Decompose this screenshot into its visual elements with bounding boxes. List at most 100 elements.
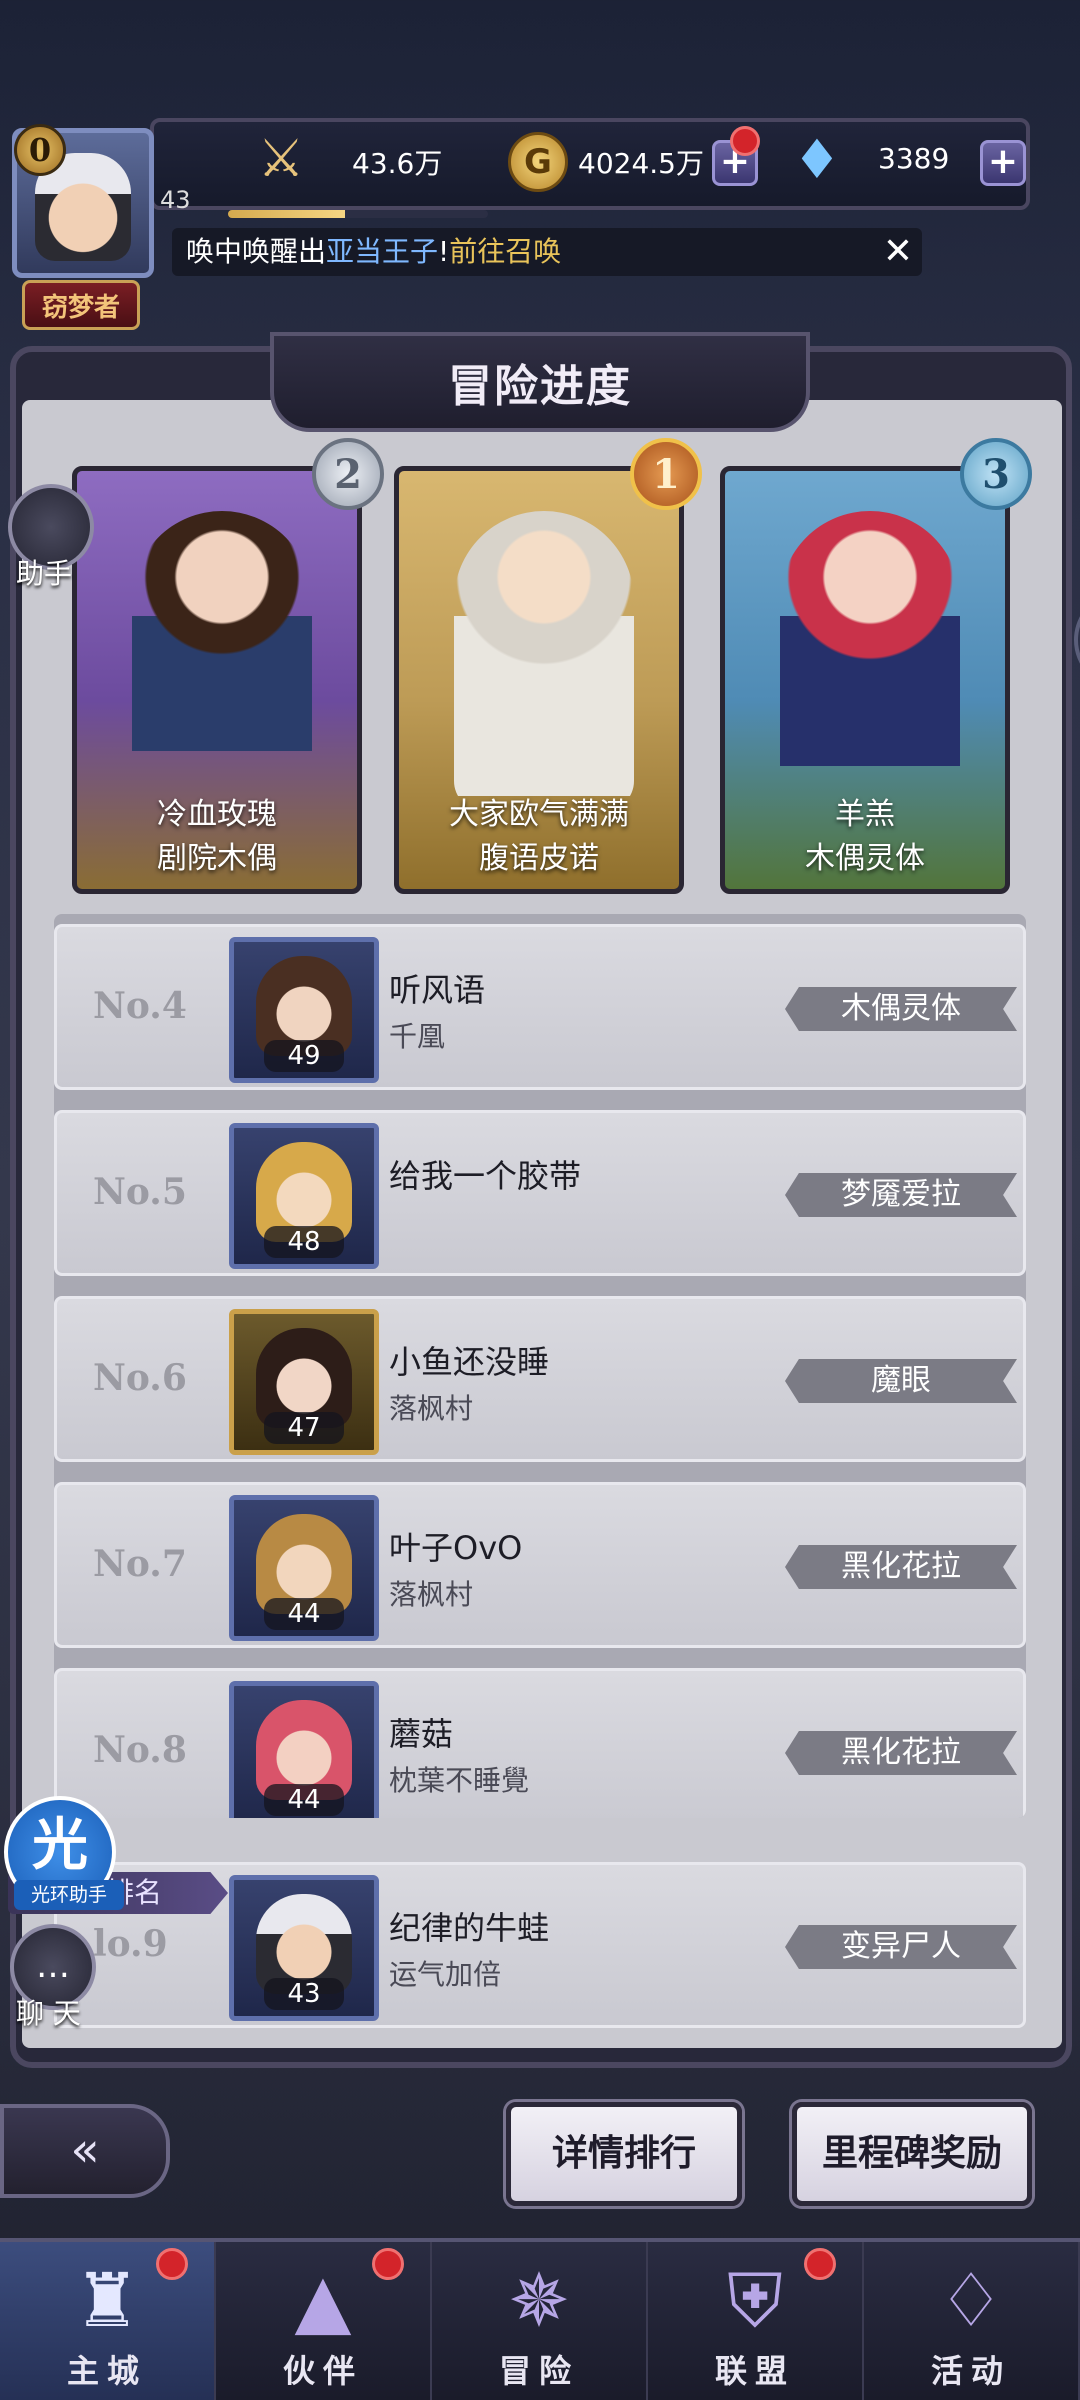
nav-label: 活动 bbox=[930, 2352, 1011, 2390]
gold-notify-dot bbox=[730, 126, 760, 156]
hero-tag: 黑化花拉 bbox=[785, 1731, 1017, 1775]
row-rank: No.6 bbox=[93, 1357, 187, 1399]
player-portrait: 44 bbox=[229, 1681, 379, 1818]
guild-name: 枕葉不睡覺 bbox=[389, 1764, 530, 1797]
bottom-nav: ♜ 主城 ▲ 伙伴 ✵ 冒险 ⛨ 联盟 ♢ 活动 bbox=[0, 2238, 1080, 2400]
player-level-badge: 0 bbox=[14, 124, 66, 176]
player-level: 44 bbox=[264, 1784, 344, 1816]
ranking-row[interactable]: No.7 44 叶子OvO 落枫村 黑化花拉 bbox=[54, 1482, 1026, 1648]
ranking-row[interactable]: No.8 44 蘑菇 枕葉不睡覺 黑化花拉 bbox=[54, 1668, 1026, 1818]
sword-icon: ⚔ bbox=[257, 129, 305, 189]
player-portrait: 44 bbox=[229, 1495, 379, 1641]
gem-value: 3389 bbox=[878, 142, 950, 175]
shield-icon: ⛨ bbox=[727, 2258, 783, 2344]
cards-icon: ♢ bbox=[937, 2258, 1005, 2344]
player-level: 44 bbox=[264, 1598, 344, 1630]
gold-coin-icon: G bbox=[508, 132, 568, 192]
row-rank: No.5 bbox=[93, 1171, 187, 1213]
top3-player-name: 羊羔 bbox=[835, 797, 895, 832]
nav-label: 联盟 bbox=[714, 2352, 795, 2390]
exp-bar-fill bbox=[228, 210, 345, 218]
nav-partners[interactable]: ▲ 伙伴 bbox=[216, 2242, 432, 2400]
nav-label: 主城 bbox=[66, 2352, 147, 2390]
player-level: 47 bbox=[264, 1412, 344, 1444]
panel-title: 冒险进度 bbox=[448, 361, 632, 412]
exp-level-label: 43 bbox=[160, 186, 191, 214]
castle-icon: ♜ bbox=[73, 2258, 141, 2344]
milestone-reward-button[interactable]: 里程碑奖励 bbox=[792, 2102, 1032, 2206]
player-portrait: 47 bbox=[229, 1309, 379, 1455]
witch-hat-icon: ▲ bbox=[294, 2258, 352, 2344]
hero-portrait bbox=[780, 511, 960, 811]
add-gems-button[interactable]: + bbox=[980, 140, 1026, 186]
hero-tag: 梦魇爱拉 bbox=[785, 1173, 1017, 1217]
nav-main-city[interactable]: ♜ 主城 bbox=[0, 2242, 216, 2400]
nav-label: 伙伴 bbox=[282, 2352, 363, 2390]
player-portrait: 43 bbox=[229, 1875, 379, 2021]
nav-alliance[interactable]: ⛨ 联盟 bbox=[648, 2242, 864, 2400]
nav-events[interactable]: ♢ 活动 bbox=[864, 2242, 1080, 2400]
ranking-row[interactable]: No.6 47 小鱼还没睡 落枫村 魔眼 bbox=[54, 1296, 1026, 1462]
nav-label: 冒险 bbox=[498, 2352, 579, 2390]
hero-tag: 黑化花拉 bbox=[785, 1545, 1017, 1589]
top3-player-name: 冷血玫瑰 bbox=[157, 797, 277, 832]
player-name: 听风语 bbox=[389, 971, 486, 1009]
ranking-row[interactable]: No.4 49 听风语 千凰 木偶灵体 bbox=[54, 924, 1026, 1090]
player-name: 给我一个胶带 bbox=[389, 1157, 582, 1195]
detail-ranking-button[interactable]: 详情排行 bbox=[506, 2102, 742, 2206]
side-menu-toggle[interactable] bbox=[1074, 590, 1080, 690]
halo-assistant-label: 光环助手 bbox=[14, 1880, 124, 1910]
top3-card-rank-1[interactable]: 大家欧气满满 腹语皮诺 bbox=[394, 466, 684, 894]
player-level: 43 bbox=[264, 1978, 344, 2010]
hero-tag: 变异尸人 bbox=[785, 1925, 1017, 1969]
gold-value: 4024.5万 bbox=[578, 147, 704, 180]
summon-ticker[interactable]: 唤中唤醒出亚当王子!前往召唤 bbox=[172, 228, 922, 276]
rank-1-medal-icon: 1 bbox=[630, 438, 702, 510]
notify-dot bbox=[804, 2248, 836, 2280]
combat-power-value: 43.6万 bbox=[352, 147, 443, 180]
top3-hero-name: 木偶灵体 bbox=[805, 841, 925, 876]
close-icon[interactable]: ✕ bbox=[874, 228, 922, 276]
top3-card-rank-3[interactable]: 羊羔 木偶灵体 bbox=[720, 466, 1010, 894]
player-title-badge[interactable]: 窃梦者 bbox=[22, 280, 140, 330]
exp-bar bbox=[228, 210, 488, 218]
row-rank: No.8 bbox=[93, 1729, 187, 1771]
hero-portrait bbox=[132, 511, 312, 811]
notify-dot bbox=[156, 2248, 188, 2280]
row-rank: No.7 bbox=[93, 1543, 187, 1585]
player-level: 48 bbox=[264, 1226, 344, 1258]
rank-2-medal-icon: 2 bbox=[312, 438, 384, 510]
back-button[interactable]: « bbox=[0, 2104, 170, 2198]
diamond-icon: ♦ bbox=[792, 128, 842, 191]
player-portrait: 49 bbox=[229, 937, 379, 1083]
hero-tag: 魔眼 bbox=[785, 1359, 1017, 1403]
top3-card-rank-2[interactable]: 冷血玫瑰 剧院木偶 bbox=[72, 466, 362, 894]
hero-portrait bbox=[454, 511, 634, 811]
guild-name: 落枫村 bbox=[389, 1578, 474, 1611]
ticker-prefix: 唤中唤醒出 bbox=[186, 235, 327, 268]
top3-hero-name: 剧院木偶 bbox=[157, 841, 277, 876]
ticker-action-link[interactable]: 前往召唤 bbox=[449, 235, 561, 268]
nav-adventure[interactable]: ✵ 冒险 bbox=[432, 2242, 648, 2400]
player-name: 蘑菇 bbox=[389, 1715, 454, 1753]
guild-name: 落枫村 bbox=[389, 1392, 474, 1425]
row-rank: No.4 bbox=[93, 985, 187, 1027]
rank-3-medal-icon: 3 bbox=[960, 438, 1032, 510]
compass-icon: ✵ bbox=[507, 2258, 570, 2344]
notify-dot bbox=[372, 2248, 404, 2280]
player-name: 叶子OvO bbox=[389, 1529, 523, 1567]
ticker-hero: 亚当王子 bbox=[326, 235, 439, 268]
top3-hero-name: 腹语皮诺 bbox=[479, 841, 599, 876]
ranking-row[interactable]: No.5 48 给我一个胶带 梦魇爱拉 bbox=[54, 1110, 1026, 1276]
guild-name: 运气加倍 bbox=[389, 1958, 502, 1991]
guild-name: 千凰 bbox=[389, 1020, 446, 1053]
ranking-list[interactable]: No.4 49 听风语 千凰 木偶灵体 No.5 48 给我一个胶带 梦魇爱拉 … bbox=[54, 914, 1026, 1818]
player-name: 纪律的牛蛙 bbox=[389, 1909, 550, 1947]
helper-label: 助手 bbox=[16, 557, 73, 590]
hero-tag: 木偶灵体 bbox=[785, 987, 1017, 1031]
ticker-bang: ! bbox=[438, 235, 450, 268]
row-rank: lo.9 bbox=[93, 1923, 168, 1965]
player-name: 小鱼还没睡 bbox=[389, 1343, 550, 1381]
panel-header: 冒险进度 bbox=[270, 332, 810, 432]
player-level: 49 bbox=[264, 1040, 344, 1072]
